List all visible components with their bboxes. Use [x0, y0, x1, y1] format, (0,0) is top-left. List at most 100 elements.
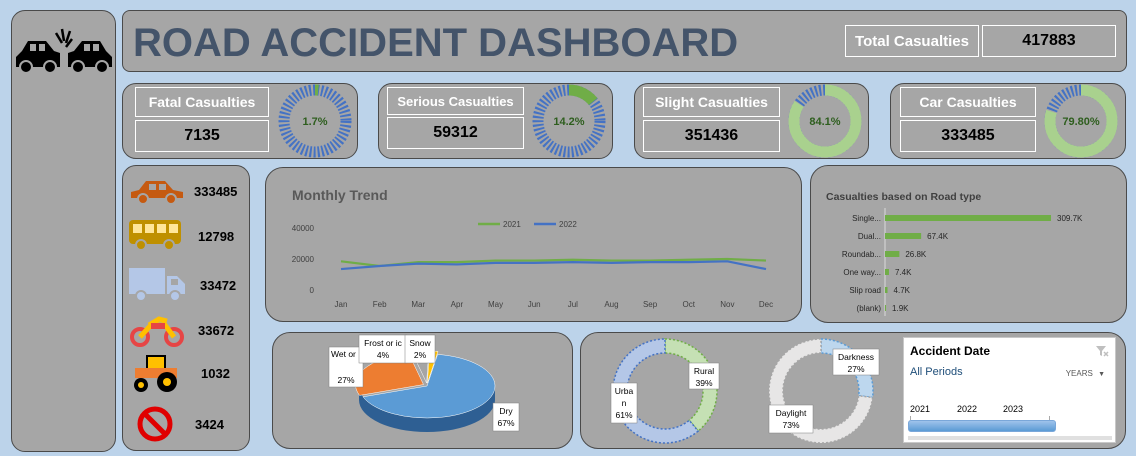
bar-category-label: Dual... [858, 232, 881, 241]
motorcycle-icon [130, 316, 184, 347]
vehicle-count-truck: 33472 [200, 278, 237, 293]
slicer-title: Accident Date [910, 344, 991, 358]
kpi-label: Fatal Casualties [135, 87, 269, 117]
bar [885, 215, 1051, 221]
kpi-card-serious: Serious Casualties 59312 14.2% [378, 83, 613, 159]
pie-label-pct: 67% [497, 418, 514, 428]
slicer-period-label: YEARS [1065, 369, 1093, 378]
monthly-trend-chart: Monthly Trend 2021 2022 40000 20000 0 Jan Fe… [292, 187, 773, 309]
vehicle-count-other: 3424 [195, 417, 224, 432]
truck-icon [129, 268, 185, 302]
monthly-trend-panel: Monthly Trend 2021 2022 40000 20000 0 Jan Fe… [265, 167, 802, 322]
total-casualties-label: Total Casualties [845, 25, 979, 57]
kpi-label: Serious Casualties [387, 87, 524, 115]
chart-title: Casualties based on Road type [826, 191, 981, 203]
vehicle-count-bus: 12798 [198, 229, 235, 244]
y-tick-label: 0 [310, 286, 315, 295]
kpi-card-fatal: Fatal Casualties 7135 1.7% [122, 83, 358, 159]
bar-value-label: 7.4K [895, 268, 912, 277]
area-light-panel: Rural 39% Urba n 61% Darkness 27% Daylight 73% … [580, 332, 1126, 449]
road-surface-chart: Dry 67% Wet or 27% Frost or ic 4% Snow 2% [328, 334, 520, 432]
bar-category-label: (blank) [857, 304, 882, 313]
timeline-year[interactable]: 2022 [957, 404, 977, 414]
x-tick-label: Aug [604, 300, 618, 309]
bar [885, 287, 888, 293]
road-surface-panel: Dry 67% Wet or 27% Frost or ic 4% Snow 2% [272, 332, 573, 449]
bar-value-label: 4.7K [894, 286, 911, 295]
kpi-label: Car Casualties [900, 87, 1036, 117]
kpi-pct-label: 14.2% [553, 116, 584, 128]
bar-category-label: Roundab... [842, 250, 881, 259]
pie-label-pct: 27% [337, 375, 354, 385]
bar-value-label: 26.8K [905, 250, 927, 259]
bar-value-label: 67.4K [927, 232, 949, 241]
bar-category-label: One way... [843, 268, 881, 277]
pie-label-name: Dry [499, 406, 513, 416]
pie-label-name: Wet or [331, 349, 356, 359]
donut-label-name: Darkness [838, 352, 874, 362]
timeline-scrollbar[interactable] [908, 436, 1112, 440]
no-entry-icon [137, 406, 173, 442]
bar-value-label: 1.9K [892, 304, 909, 313]
x-tick-label: Apr [451, 300, 464, 309]
pie-label-name: Frost or ic [364, 338, 403, 348]
bar [885, 233, 922, 239]
donut-label-pct: 39% [695, 378, 712, 388]
clear-filter-icon[interactable] [1095, 344, 1109, 358]
x-tick-label: Jan [335, 300, 348, 309]
x-tick-label: Dec [759, 300, 773, 309]
slicer-period-dropdown[interactable]: YEARS ▼ [1066, 369, 1105, 378]
kpi-card-car: Car Casualties 333485 79.80% [890, 83, 1126, 159]
chevron-down-icon: ▼ [1098, 371, 1105, 378]
kpi-card-slight: Slight Casualties 351436 84.1% [634, 83, 869, 159]
kpi-value: 59312 [387, 117, 524, 149]
bar [885, 305, 887, 311]
kpi-pct-label: 84.1% [809, 116, 840, 128]
bar [885, 269, 889, 275]
vehicle-count-tractor: 1032 [201, 366, 230, 381]
bar [885, 251, 900, 257]
bar-value-label: 309.7K [1057, 214, 1083, 223]
donut-label-pct: 27% [847, 364, 864, 374]
pie-label-pct: 2% [414, 350, 427, 360]
chart-title: Monthly Trend [292, 187, 388, 203]
donut-label-pct: 61% [615, 410, 632, 420]
kpi-ring: 14.2% [532, 84, 606, 158]
kpi-value: 351436 [643, 120, 780, 152]
kpi-ring: 84.1% [788, 84, 862, 158]
tractor-icon [134, 355, 177, 392]
donut-label-pct: 73% [782, 420, 799, 430]
vehicle-count-motorcycle: 33672 [198, 323, 235, 338]
kpi-value: 333485 [900, 120, 1036, 152]
timeline-range-bar[interactable] [908, 420, 1056, 432]
car-icon [131, 181, 183, 205]
y-tick-label: 20000 [292, 255, 315, 264]
x-tick-label: Oct [683, 300, 696, 309]
kpi-pct-label: 1.7% [302, 116, 327, 128]
kpi-ring: 1.7% [278, 84, 352, 158]
accident-date-slicer[interactable]: Accident Date All Periods YEARS ▼ 2021 2… [903, 337, 1116, 443]
donut-label-name: n [622, 398, 627, 408]
slicer-selection[interactable]: All Periods [910, 366, 963, 378]
pie-label-name: Snow [409, 338, 431, 348]
timeline-year[interactable]: 2023 [1003, 404, 1023, 414]
donut-label-name: Daylight [776, 408, 807, 418]
kpi-pct-label: 79.80% [1062, 116, 1100, 128]
bar-category-label: Slip road [849, 286, 881, 295]
car-crash-icon [16, 28, 112, 74]
legend-label: 2021 [503, 220, 521, 229]
road-type-chart: Casualties based on Road type Single... 3… [826, 191, 1083, 316]
road-type-panel: Casualties based on Road type Single... 3… [810, 165, 1127, 323]
vehicle-panel: 333485 12798 33472 33672 1032 3424 [122, 165, 250, 451]
vehicle-count-car: 333485 [194, 184, 238, 199]
total-casualties-value: 417883 [982, 25, 1116, 57]
bar-category-label: Single... [852, 214, 881, 223]
x-tick-label: May [488, 300, 503, 309]
y-tick-label: 40000 [292, 224, 315, 233]
timeline-year[interactable]: 2021 [910, 404, 930, 414]
title-banner: ROAD ACCIDENT DASHBOARD Total Casualties… [122, 10, 1127, 72]
page-title: ROAD ACCIDENT DASHBOARD [133, 21, 739, 65]
kpi-ring: 79.80% [1044, 84, 1118, 158]
x-tick-label: Sep [643, 300, 658, 309]
donut-label-name: Urba [615, 386, 634, 396]
